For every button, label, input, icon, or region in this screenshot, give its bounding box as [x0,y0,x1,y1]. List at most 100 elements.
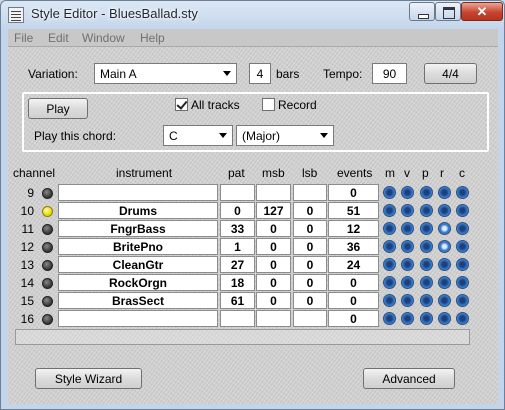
c-toggle-button[interactable] [456,204,469,217]
instrument-cell[interactable]: FngrBass [58,220,218,237]
lsb-cell[interactable]: 0 [293,220,327,237]
events-cell[interactable]: 36 [328,238,379,255]
menu-window[interactable]: Window [82,31,125,45]
events-cell[interactable]: 0 [328,274,379,291]
variation-select[interactable]: Main A [94,63,237,84]
c-toggle-button[interactable] [456,276,469,289]
r-toggle-button[interactable] [438,240,451,253]
time-signature-button[interactable]: 4/4 [424,63,477,84]
msb-cell[interactable]: 0 [256,238,291,255]
v-toggle-button[interactable] [401,258,414,271]
events-cell[interactable]: 0 [328,184,379,201]
m-toggle-button[interactable] [383,204,396,217]
v-toggle-button[interactable] [401,312,414,325]
chord-root-select[interactable]: C [163,125,233,146]
v-toggle-button[interactable] [401,222,414,235]
all-tracks-checkbox[interactable] [175,98,188,111]
c-toggle-button[interactable] [456,312,469,325]
events-cell[interactable]: 51 [328,202,379,219]
r-toggle-button[interactable] [438,204,451,217]
lsb-cell[interactable]: 0 [293,292,327,309]
msb-cell[interactable] [256,310,291,327]
p-toggle-button[interactable] [420,204,433,217]
instrument-cell[interactable]: BrasSect [58,292,218,309]
msb-cell[interactable]: 0 [256,274,291,291]
msb-cell[interactable]: 0 [256,292,291,309]
c-toggle-button[interactable] [456,186,469,199]
events-cell[interactable]: 0 [328,292,379,309]
events-cell[interactable]: 0 [328,310,379,327]
m-toggle-button[interactable] [383,312,396,325]
instrument-cell[interactable]: BritePno [58,238,218,255]
pat-cell[interactable]: 0 [220,202,255,219]
msb-cell[interactable]: 0 [256,256,291,273]
p-toggle-button[interactable] [420,312,433,325]
lsb-cell[interactable]: 0 [293,256,327,273]
pat-cell[interactable]: 61 [220,292,255,309]
events-cell[interactable]: 12 [328,220,379,237]
msb-cell[interactable] [256,184,291,201]
pat-cell[interactable] [220,184,255,201]
instrument-cell[interactable] [58,310,218,327]
c-toggle-button[interactable] [456,222,469,235]
pat-cell[interactable]: 18 [220,274,255,291]
lsb-cell[interactable]: 0 [293,202,327,219]
lsb-cell[interactable] [293,184,327,201]
p-toggle-button[interactable] [420,258,433,271]
r-toggle-button[interactable] [438,222,451,235]
r-toggle-button[interactable] [438,258,451,271]
chord-type-select[interactable]: (Major) [236,125,334,146]
m-toggle-button[interactable] [383,276,396,289]
msb-cell[interactable]: 127 [256,202,291,219]
menu-file[interactable]: File [14,31,33,45]
maximize-button[interactable] [435,2,461,21]
minimize-button[interactable] [409,2,435,21]
m-toggle-button[interactable] [383,240,396,253]
r-toggle-button[interactable] [438,312,451,325]
close-button[interactable]: ✕ [461,2,503,21]
p-toggle-button[interactable] [420,276,433,289]
m-toggle-button[interactable] [383,186,396,199]
lsb-cell[interactable] [293,310,327,327]
play-button[interactable]: Play [28,98,88,119]
instrument-cell[interactable] [58,184,218,201]
m-toggle-button[interactable] [383,222,396,235]
header-lsb: lsb [302,166,318,180]
c-toggle-button[interactable] [456,240,469,253]
m-toggle-button[interactable] [383,258,396,271]
p-toggle-button[interactable] [420,222,433,235]
pat-cell[interactable] [220,310,255,327]
c-toggle-button[interactable] [456,294,469,307]
c-toggle-button[interactable] [456,258,469,271]
instrument-cell[interactable]: CleanGtr [58,256,218,273]
p-toggle-button[interactable] [420,186,433,199]
lsb-cell[interactable]: 0 [293,274,327,291]
msb-cell[interactable]: 0 [256,220,291,237]
bars-input[interactable]: 4 [249,63,271,84]
p-toggle-button[interactable] [420,240,433,253]
title-bar[interactable]: Style Editor - BluesBallad.sty ✕ [1,1,504,29]
tempo-input[interactable]: 90 [372,63,407,84]
p-toggle-button[interactable] [420,294,433,307]
v-toggle-button[interactable] [401,276,414,289]
r-toggle-button[interactable] [438,294,451,307]
record-checkbox[interactable] [262,98,275,111]
v-toggle-button[interactable] [401,294,414,307]
v-toggle-button[interactable] [401,186,414,199]
pat-cell[interactable]: 33 [220,220,255,237]
pat-cell[interactable]: 27 [220,256,255,273]
pat-cell[interactable]: 1 [220,238,255,255]
instrument-cell[interactable]: Drums [58,202,218,219]
events-cell[interactable]: 24 [328,256,379,273]
lsb-cell[interactable]: 0 [293,238,327,255]
m-toggle-button[interactable] [383,294,396,307]
style-wizard-button[interactable]: Style Wizard [35,368,142,389]
r-toggle-button[interactable] [438,276,451,289]
r-toggle-button[interactable] [438,186,451,199]
menu-help[interactable]: Help [140,31,165,45]
instrument-cell[interactable]: RockOrgn [58,274,218,291]
advanced-button[interactable]: Advanced [363,368,455,389]
v-toggle-button[interactable] [401,204,414,217]
v-toggle-button[interactable] [401,240,414,253]
menu-edit[interactable]: Edit [48,31,69,45]
